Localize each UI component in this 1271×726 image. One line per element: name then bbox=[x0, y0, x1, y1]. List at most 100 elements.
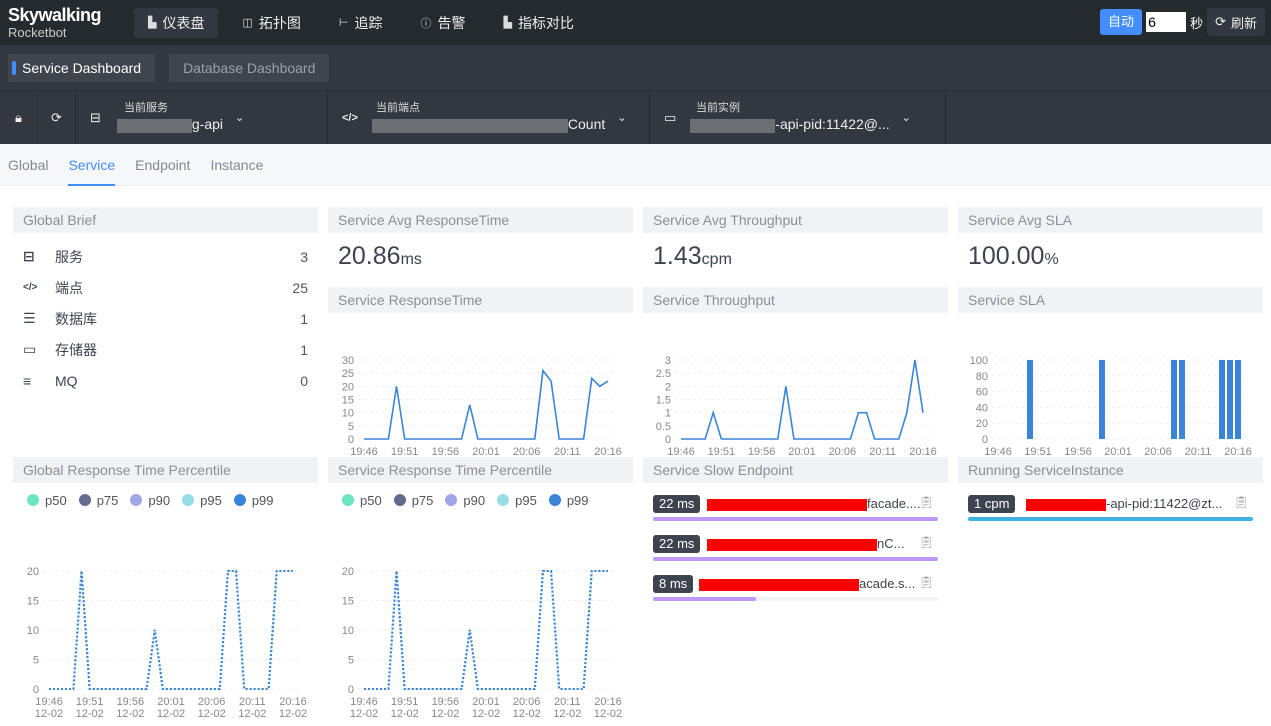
y-tick-label: 15 bbox=[342, 596, 354, 608]
refresh-button[interactable]: ⟳ 刷新 bbox=[1207, 8, 1265, 36]
y-tick-label: 15 bbox=[342, 395, 354, 407]
legend-item-p99[interactable]: p99 bbox=[233, 493, 274, 508]
sla-bar bbox=[1171, 360, 1177, 439]
endpoint-icon: </> bbox=[23, 282, 38, 293]
copy-icon[interactable]: 📋︎ bbox=[1234, 495, 1249, 509]
brief-item-name: 服务 bbox=[55, 248, 83, 265]
nav-label: 指标对比 bbox=[517, 14, 574, 31]
x-tick-label: 20:16 bbox=[279, 696, 307, 708]
nav-dashboard[interactable]: ▙ 仪表盘 bbox=[134, 7, 219, 38]
nav-compare[interactable]: ▙ 指标对比 bbox=[489, 8, 587, 38]
nav-alarm[interactable]: ⓘ 告警 bbox=[406, 8, 479, 38]
view-tabs: Global Service Endpoint Instance bbox=[0, 144, 1271, 186]
service-icon: ⊟ bbox=[90, 109, 101, 125]
copy-icon[interactable]: 📋︎ bbox=[919, 495, 934, 509]
global-percentile-card: Global Response Time Percentile p50 p75 p9… bbox=[13, 457, 318, 726]
y-tick-label: 10 bbox=[27, 625, 39, 637]
x-tick-date: 12-02 bbox=[35, 708, 63, 720]
instance-selector[interactable]: ▭ 当前实例 -api-pid:11422@... ⌄ bbox=[650, 91, 946, 144]
auto-refresh-button[interactable]: 自动 bbox=[1100, 9, 1143, 35]
legend-item-p75[interactable]: p75 bbox=[393, 493, 433, 508]
y-tick-label: 15 bbox=[27, 596, 39, 608]
legend-dot bbox=[78, 494, 91, 506]
y-tick-label: 40 bbox=[976, 402, 988, 414]
lock-icon[interactable]: 🔒︎ bbox=[0, 91, 38, 144]
nav-label: 告警 bbox=[437, 14, 466, 31]
legend-label: p75 bbox=[96, 492, 119, 508]
slow-endpoint-item[interactable]: 8 ms acade.s... 📋︎ bbox=[653, 575, 938, 615]
instance-selector-label: 当前实例 bbox=[696, 102, 740, 114]
x-tick-label: 20:11 bbox=[239, 696, 266, 708]
tab-database-dashboard[interactable]: Database Dashboard bbox=[169, 53, 330, 82]
refresh-interval-input[interactable] bbox=[1146, 12, 1187, 32]
legend-item-p90[interactable]: p90 bbox=[445, 493, 485, 508]
tab-service-dashboard[interactable]: Service Dashboard bbox=[8, 53, 156, 82]
instance-bar bbox=[968, 517, 1253, 521]
legend-label: p50 bbox=[360, 492, 382, 508]
legend-dot bbox=[445, 494, 458, 506]
endpoint-selector[interactable]: </> 当前端点 Count ⌄ bbox=[328, 91, 650, 144]
tab-instance[interactable]: Instance bbox=[210, 144, 263, 186]
tab-service[interactable]: Service bbox=[68, 144, 115, 186]
refresh-icon: ⟳ bbox=[1215, 14, 1226, 29]
service-selector-label: 当前服务 bbox=[124, 102, 168, 114]
reload-icon[interactable]: ⟳ bbox=[38, 91, 76, 144]
tab-endpoint[interactable]: Endpoint bbox=[135, 144, 190, 186]
y-tick-label: 0 bbox=[348, 434, 354, 446]
x-tick-label: 20:06 bbox=[198, 696, 226, 708]
y-tick-label: 5 bbox=[348, 421, 354, 433]
y-tick-label: 0 bbox=[33, 684, 39, 696]
instance-item[interactable]: 1 cpm -api-pid:11422@zt... 📋︎ bbox=[968, 495, 1253, 535]
service-selector[interactable]: ⊟ 当前服务 g-api ⌄ bbox=[76, 91, 328, 144]
sla-bar bbox=[1027, 360, 1033, 439]
y-tick-label: 20 bbox=[27, 566, 39, 578]
legend-item-p95[interactable]: p95 bbox=[497, 493, 537, 508]
nav-topology[interactable]: ◫ 拓扑图 bbox=[228, 8, 314, 38]
tab-global[interactable]: Global bbox=[8, 144, 48, 186]
legend-item-p99[interactable]: p99 bbox=[548, 493, 589, 508]
copy-icon[interactable]: 📋︎ bbox=[919, 575, 934, 589]
slow-endpoint-badge: 22 ms bbox=[653, 495, 701, 513]
y-tick-label: 0 bbox=[982, 434, 988, 446]
legend-item-p95[interactable]: p95 bbox=[182, 493, 222, 508]
global-brief-card: Global Brief ⊟ 服务 3 </> 端点 25 ☰ 数据库 1 ▭ 存储器 1 ≡ MQ 0 bbox=[13, 207, 318, 396]
avg-sla-value: 100.00% bbox=[968, 242, 1059, 270]
legend-dot bbox=[497, 494, 510, 506]
card-title: Global Response Time Percentile bbox=[13, 457, 318, 483]
slow-endpoint-card: Service Slow Endpoint 22 ms facade.... 📋… bbox=[643, 457, 948, 615]
y-tick-label: 25 bbox=[342, 368, 354, 380]
slow-endpoint-item[interactable]: 22 ms facade.... 📋︎ bbox=[653, 495, 938, 535]
logo-subtitle: Rocketbot bbox=[8, 25, 67, 40]
chart-legend: p50 p75 p90 p95 p99 bbox=[328, 487, 633, 513]
card-title: Service Avg SLA bbox=[958, 207, 1263, 233]
x-tick-label: 19:51 bbox=[391, 696, 419, 708]
nav-trace[interactable]: ⊢ 追踪 bbox=[325, 8, 397, 38]
brief-item-value: 1 bbox=[300, 341, 308, 358]
x-tick-label: 19:51 bbox=[76, 696, 104, 708]
avg-sla-card: Service Avg SLA 100.00% bbox=[958, 207, 1263, 279]
x-tick-label: 20:16 bbox=[594, 696, 622, 708]
brief-item-name: 数据库 bbox=[55, 310, 97, 327]
trace-icon: ⊢ bbox=[338, 17, 349, 29]
logo[interactable]: Skywalking Rocketbot bbox=[8, 6, 128, 39]
slow-endpoint-name: nC... bbox=[707, 536, 904, 551]
legend-item-p50[interactable]: p50 bbox=[342, 493, 382, 508]
slow-endpoint-bar bbox=[653, 597, 938, 601]
copy-icon[interactable]: 📋︎ bbox=[919, 535, 934, 549]
legend-item-p50[interactable]: p50 bbox=[27, 493, 67, 508]
x-tick-label: 19:46 bbox=[350, 696, 378, 708]
x-tick-date: 12-02 bbox=[198, 708, 226, 720]
legend-item-p75[interactable]: p75 bbox=[78, 492, 119, 508]
card-title: Service ResponseTime bbox=[328, 287, 633, 313]
legend-dot bbox=[130, 494, 143, 506]
slow-endpoint-item[interactable]: 22 ms nC... 📋︎ bbox=[653, 535, 938, 575]
legend-item-p90[interactable]: p90 bbox=[130, 493, 170, 508]
dashboard-tabs: Service Dashboard Database Dashboard bbox=[0, 45, 1271, 90]
interval-unit: 秒 bbox=[1190, 15, 1204, 31]
selector-bar: 🔒︎ ⟳ ⊟ 当前服务 g-api ⌄ </> 当前端点 Count ⌄ ▭ 当… bbox=[0, 90, 1271, 144]
x-tick-date: 12-02 bbox=[116, 708, 144, 720]
slow-endpoint-bar bbox=[653, 517, 938, 521]
brief-item-value: 0 bbox=[300, 372, 308, 389]
mq-icon: ≡ bbox=[23, 372, 32, 389]
legend-dot bbox=[233, 494, 246, 506]
